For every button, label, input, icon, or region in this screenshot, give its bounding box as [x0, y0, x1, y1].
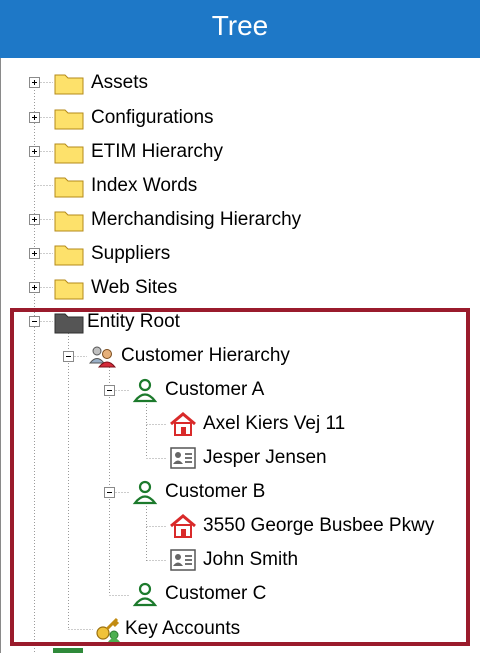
tree-node-index-words[interactable]: Index Words [53, 171, 197, 201]
tree-node-web-sites[interactable]: Web Sites [53, 273, 177, 303]
tree-node-merchandising-hierarchy[interactable]: Merchandising Hierarchy [53, 205, 301, 235]
expand-web-sites-button[interactable] [29, 282, 40, 293]
node-label: Index Words [91, 175, 198, 196]
highlight-box [10, 308, 470, 646]
folder-icon [54, 74, 84, 95]
folder-icon [54, 245, 84, 266]
panel-title: Tree [211, 10, 269, 41]
node-label: Web Sites [91, 277, 178, 298]
folder-icon [54, 177, 84, 198]
tree-node-suppliers[interactable]: Suppliers [53, 239, 170, 269]
folder-icon [54, 211, 84, 232]
expand-assets-button[interactable] [29, 77, 40, 88]
tree-node-assets[interactable]: Assets [53, 68, 148, 98]
tree-node-configurations[interactable]: Configurations [53, 103, 214, 133]
node-label: Merchandising Hierarchy [91, 209, 302, 230]
tree-panel-header: Tree [0, 0, 480, 58]
node-label: Suppliers [91, 243, 171, 264]
partial-node-icon [53, 648, 83, 653]
folder-icon [54, 143, 84, 164]
folder-icon [54, 279, 84, 300]
expand-merchandising-hierarchy-button[interactable] [29, 214, 40, 225]
tree-node-etim-hierarchy[interactable]: ETIM Hierarchy [53, 137, 223, 167]
expand-etim-hierarchy-button[interactable] [29, 146, 40, 157]
expand-configurations-button[interactable] [29, 112, 40, 123]
node-label: Configurations [91, 107, 214, 128]
folder-icon [54, 109, 84, 130]
node-label: Assets [91, 72, 149, 93]
expand-suppliers-button[interactable] [29, 248, 40, 259]
node-label: ETIM Hierarchy [91, 141, 223, 162]
